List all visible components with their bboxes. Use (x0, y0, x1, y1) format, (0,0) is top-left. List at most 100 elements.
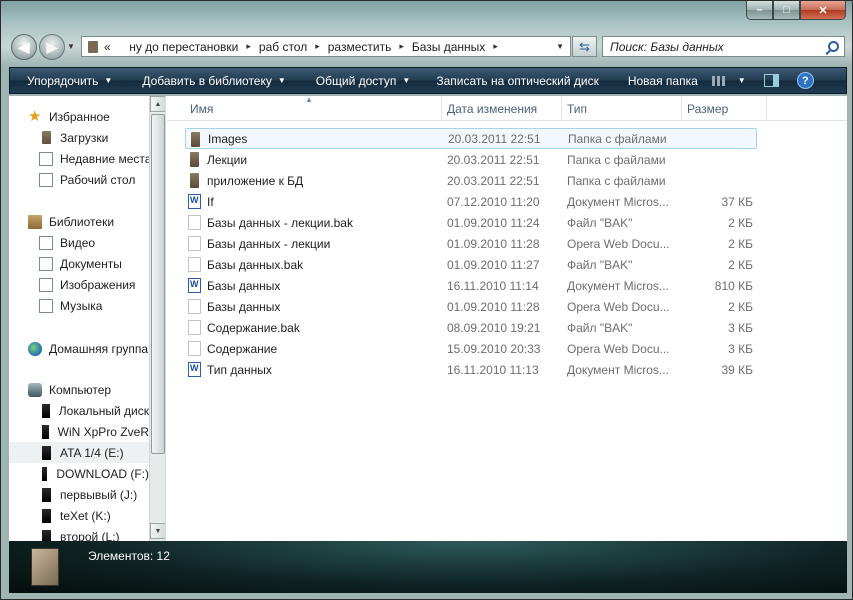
nav-item[interactable]: Библиотеки (9, 211, 149, 232)
chevron-down-icon: ▼ (737, 76, 746, 85)
minimize-button[interactable]: – (746, 1, 773, 20)
file-date: 16.11.2010 11:14 (447, 278, 539, 293)
file-row[interactable]: Тип данных 16.11.2010 11:13 Документ Micro… (185, 359, 757, 380)
address-dropdown-icon[interactable]: ▼ (556, 42, 564, 51)
file-name: Базы данных - лекции (207, 236, 331, 251)
nav-item[interactable]: второй (L:) (9, 526, 149, 541)
column-header-size[interactable]: Размер (682, 96, 767, 121)
forward-arrow-icon: ▶ (46, 38, 58, 55)
file-row[interactable]: Базы данных - лекции.bak 01.09.2010 11:24… (185, 212, 757, 233)
chevron-right-icon[interactable]: ▸ (399, 41, 404, 52)
recent-places-icon (39, 151, 53, 166)
new-folder-button[interactable]: Новая папка (628, 68, 698, 93)
column-header-name[interactable]: Имя (185, 96, 442, 121)
nav-item[interactable]: Домашняя группа (9, 338, 149, 359)
maximize-button[interactable]: □ (773, 1, 800, 20)
file-size: 2 КБ (728, 257, 753, 272)
refresh-icon: ⇆ (579, 38, 590, 54)
navpane-scrollbar[interactable]: ▲ ▼ (149, 96, 165, 541)
burn-button[interactable]: Записать на оптический диск (436, 68, 599, 93)
search-input[interactable]: Поиск: Базы данных (602, 36, 845, 57)
folder-icon (88, 40, 98, 53)
nav-item[interactable]: Недавние места (9, 148, 151, 169)
nav-item[interactable]: ★ Избранное (9, 106, 149, 127)
folder-icon (190, 152, 199, 167)
back-button[interactable]: ◀ (11, 34, 37, 60)
chevron-right-icon[interactable]: ▸ (246, 41, 251, 52)
share-button[interactable]: Общий доступ ▼ (316, 68, 411, 93)
file-icon (188, 320, 201, 335)
nav-item[interactable]: Документы (9, 253, 149, 274)
column-header-type[interactable]: Тип (562, 96, 682, 121)
file-row[interactable]: Базы данных 16.11.2010 11:14 Документ Micr… (185, 275, 757, 296)
scroll-thumb[interactable] (151, 114, 165, 454)
navigation-bar: ◀ ▶ ▼ « ну до перестановки ▸ раб стол ▸ … (9, 32, 847, 62)
breadcrumb-item[interactable]: ну до перестановки (129, 40, 238, 54)
file-size: 2 КБ (728, 299, 753, 314)
video-icon (39, 235, 53, 250)
breadcrumb-item[interactable]: разместить (328, 40, 392, 54)
breadcrumb-item[interactable]: раб стол (259, 40, 307, 54)
nav-item[interactable]: teXet (K:) (9, 505, 149, 526)
star-icon: ★ (28, 107, 42, 125)
organize-button[interactable]: Упорядочить ▼ (27, 68, 112, 93)
scroll-down-button[interactable]: ▼ (150, 523, 165, 539)
close-button[interactable]: ✕ (800, 1, 846, 20)
address-bar[interactable]: « ну до перестановки ▸ раб стол ▸ размес… (81, 36, 571, 57)
nav-item[interactable]: Видео (9, 232, 149, 253)
scroll-up-button[interactable]: ▲ (150, 96, 165, 112)
nav-item[interactable]: DOWNLOAD (F:) (9, 463, 149, 484)
chevron-right-icon[interactable]: ▸ (493, 41, 498, 52)
nav-item[interactable]: Компьютер (9, 379, 149, 400)
file-size: 810 КБ (714, 278, 753, 293)
search-placeholder: Поиск: Базы данных (610, 39, 724, 54)
column-header-date[interactable]: Дата изменения (442, 96, 562, 121)
nav-item[interactable]: Изображения (9, 274, 149, 295)
breadcrumb-overflow[interactable]: « (104, 40, 111, 54)
file-date: 15.09.2010 20:33 (447, 341, 541, 356)
share-label: Общий доступ (315, 73, 397, 88)
nav-item[interactable]: Загрузки (9, 127, 149, 148)
desktop-icon (39, 172, 53, 187)
file-row[interactable]: Images 20.03.2011 22:51 Папка с файлами (185, 128, 757, 149)
nav-item-label: Домашняя группа (49, 341, 149, 356)
file-name: Базы данных (207, 278, 281, 293)
nav-item[interactable]: Локальный диск (9, 400, 149, 421)
caption-buttons: – □ ✕ (746, 1, 846, 20)
file-row[interactable]: Базы данных.bak 01.09.2010 11:27 Файл "BAK… (185, 254, 757, 275)
nav-item[interactable]: WiN XpPro ZveR (9, 421, 149, 442)
nav-item-label: второй (L:) (60, 529, 120, 542)
file-date: 16.11.2010 11:13 (447, 362, 539, 377)
column-headers: ▲ Имя Дата изменения Тип Размер (167, 95, 847, 121)
nav-item[interactable]: первывый (J:) (9, 484, 149, 505)
file-icon (188, 215, 201, 230)
file-row[interactable]: Содержание.bak 08.09.2010 19:21 Файл "BAK"… (185, 317, 757, 338)
nav-item[interactable]: ATA 1/4 (E:) (9, 442, 149, 463)
nav-item[interactable]: Рабочий стол (9, 169, 149, 190)
nav-item-label: ATA 1/4 (E:) (60, 445, 124, 460)
add-to-library-button[interactable]: Добавить в библиотеку ▼ (142, 68, 285, 93)
file-row[interactable]: Содержание 15.09.2010 20:33 Opera Web Docu… (185, 338, 757, 359)
preview-pane-button[interactable] (763, 74, 779, 87)
file-name: Тип данных (207, 362, 272, 377)
help-button[interactable]: ? (796, 72, 814, 89)
file-row[interactable]: приложение к БД 20.03.2011 22:51 Папка с ф… (185, 170, 757, 191)
file-size: 3 КБ (728, 341, 753, 356)
forward-button[interactable]: ▶ (39, 34, 65, 60)
file-row[interactable]: If 07.12.2010 11:20 Документ Micros... 37 К… (185, 191, 757, 212)
chevron-right-icon[interactable]: ▸ (315, 41, 320, 52)
change-view-button[interactable]: ▼ (711, 75, 746, 86)
file-list: ▲ Имя Дата изменения Тип Размер Images 20… (167, 95, 847, 541)
file-row[interactable]: Лекции 20.03.2011 22:51 Папка с файлами (185, 149, 757, 170)
refresh-button[interactable]: ⇆ (572, 36, 597, 57)
drive-icon (42, 529, 51, 541)
nav-item[interactable]: Музыка (9, 295, 149, 316)
file-icon (188, 236, 201, 251)
file-name: Базы данных (207, 299, 281, 314)
breadcrumb-item[interactable]: Базы данных (412, 40, 485, 54)
search-icon[interactable] (828, 41, 839, 52)
file-row[interactable]: Базы данных 01.09.2010 11:28 Opera Web Doc… (185, 296, 757, 317)
recent-pages-dropdown[interactable]: ▼ (67, 42, 75, 51)
file-row[interactable]: Базы данных - лекции 01.09.2010 11:28 Oper… (185, 233, 757, 254)
folder-icon (42, 131, 51, 144)
